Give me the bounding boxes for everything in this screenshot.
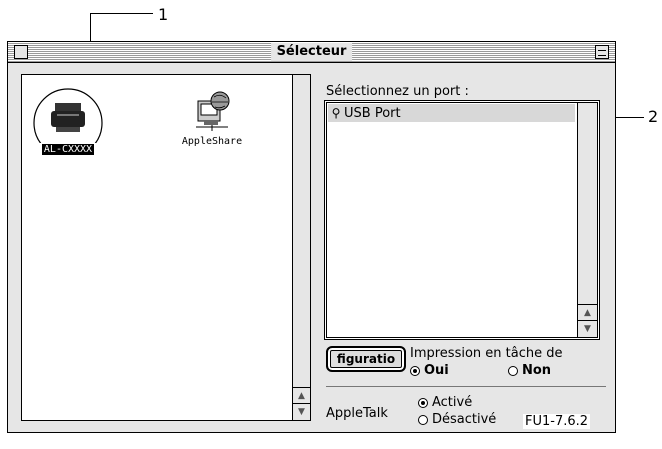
radio-appletalk-inactive[interactable]: Désactivé	[418, 412, 496, 427]
radio-appletalk-active[interactable]: Activé	[418, 395, 472, 410]
radio-unselected-icon	[418, 414, 428, 425]
printer-icon	[33, 88, 103, 158]
device-list-scrollbar[interactable]: ▲ ▼	[292, 75, 310, 420]
callout-number-2: 2	[648, 107, 659, 126]
device-item-appleshare[interactable]: AppleShare	[172, 89, 252, 147]
device-label: AppleShare	[181, 136, 243, 147]
scroll-up-arrow-icon[interactable]: ▲	[578, 304, 597, 321]
radio-background-no[interactable]: Non	[508, 363, 551, 378]
scroll-down-arrow-icon[interactable]: ▼	[293, 403, 310, 420]
scroll-up-arrow-icon[interactable]: ▲	[293, 387, 310, 404]
separator	[326, 386, 606, 387]
radio-label: Non	[522, 363, 552, 378]
zoom-box-icon[interactable]	[595, 45, 609, 59]
appletalk-label: AppleTalk	[326, 406, 388, 421]
device-item-printer[interactable]: AL-CXXXX	[28, 87, 108, 158]
chooser-window: Sélecteur AL-CXXXX AppleShare ▲ ▼ Sélect…	[7, 41, 616, 433]
radio-label: Désactivé	[432, 412, 497, 427]
appleshare-icon	[196, 91, 230, 131]
radio-selected-icon	[418, 397, 428, 408]
configuration-button[interactable]: figuratio	[326, 346, 406, 372]
title-bar[interactable]: Sélecteur	[8, 42, 615, 63]
scroll-down-arrow-icon[interactable]: ▼	[578, 320, 597, 337]
radio-unselected-icon	[508, 365, 518, 376]
radio-label: Oui	[424, 363, 449, 378]
callout-line-1-horizontal	[90, 13, 153, 14]
window-title: Sélecteur	[270, 43, 353, 61]
device-list[interactable]: AL-CXXXX AppleShare ▲ ▼	[21, 74, 311, 421]
device-label: AL-CXXXX	[41, 144, 95, 155]
port-item-label: USB Port	[344, 106, 401, 121]
port-list[interactable]: ⚲ USB Port ▲ ▼	[324, 100, 600, 340]
close-box-icon[interactable]	[14, 45, 28, 59]
radio-selected-icon	[410, 365, 420, 376]
radio-background-yes[interactable]: Oui	[410, 363, 449, 378]
radio-label: Activé	[432, 395, 473, 410]
port-item-usb[interactable]: ⚲ USB Port	[328, 104, 575, 122]
usb-icon: ⚲	[331, 106, 341, 120]
version-label: FU1-7.6.2	[523, 414, 591, 429]
port-list-scrollbar[interactable]: ▲ ▼	[577, 103, 597, 337]
port-label: Sélectionnez un port :	[326, 84, 469, 99]
background-printing-label: Impression en tâche de	[410, 346, 563, 361]
callout-number-1: 1	[158, 5, 169, 24]
